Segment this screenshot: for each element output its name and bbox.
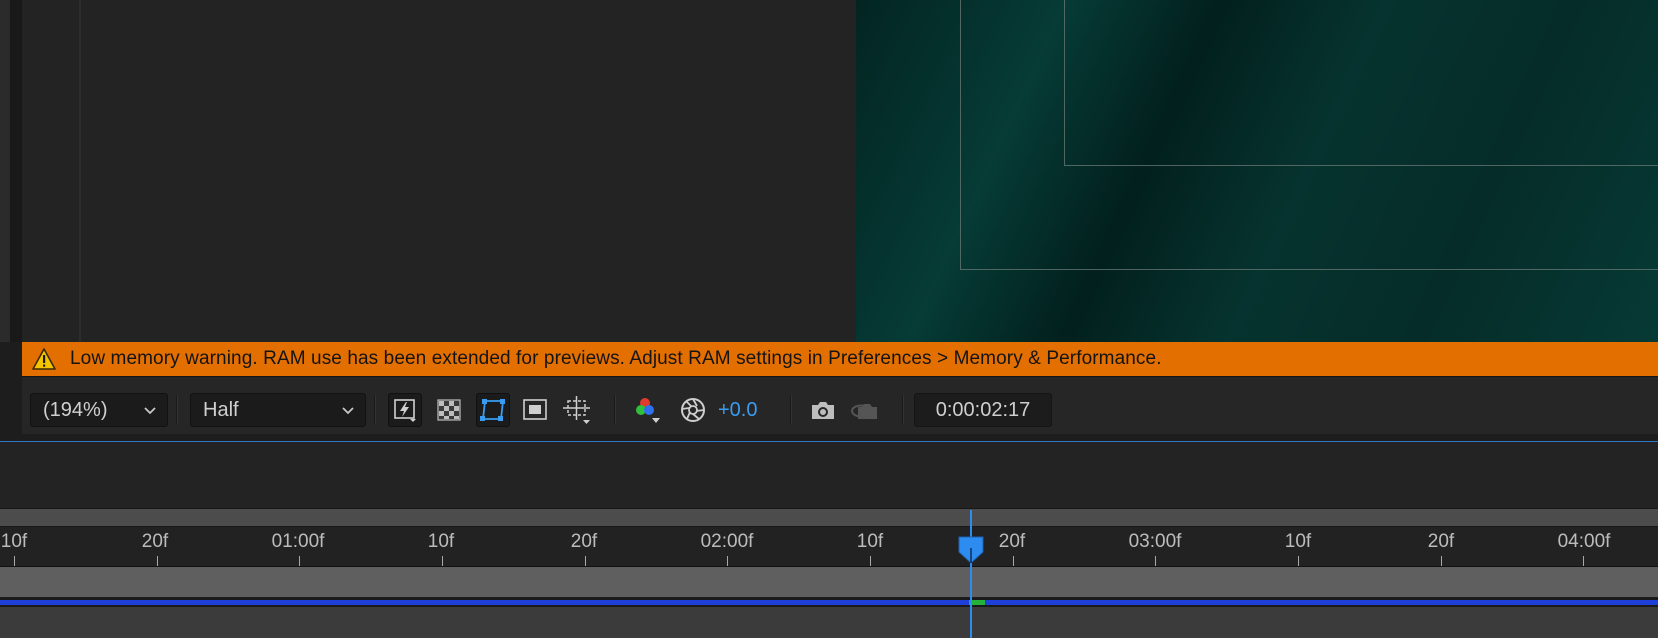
show-snapshot-icon bbox=[851, 404, 877, 419]
warning-triangle-icon bbox=[32, 348, 56, 370]
rgb-channels-icon bbox=[636, 398, 660, 423]
resolution-value: Half bbox=[203, 399, 239, 421]
time-ruler[interactable]: 10f 20f 01:00f 10f 20f 02:00f 10f 20f 03… bbox=[0, 527, 1658, 567]
low-memory-warning-bar: Low memory warning. RAM use has been ext… bbox=[22, 342, 1658, 376]
aperture-icon bbox=[681, 398, 705, 422]
magnification-value: (194%) bbox=[43, 399, 108, 421]
mask-path-icon bbox=[480, 399, 505, 421]
timeline-track-area[interactable] bbox=[0, 607, 1658, 638]
ruler-label: 20f bbox=[998, 531, 1026, 552]
toolbar-divider bbox=[790, 395, 792, 425]
magnification-dropdown[interactable]: (194%) bbox=[30, 393, 168, 427]
ruler-label: 02:00f bbox=[700, 531, 754, 552]
grid-and-guides-button[interactable] bbox=[560, 393, 594, 427]
region-of-interest-button[interactable] bbox=[518, 393, 552, 427]
ruler-tick bbox=[1013, 556, 1014, 566]
region-of-interest-icon bbox=[523, 399, 547, 420]
ruler-label: 04:00f bbox=[1557, 531, 1611, 552]
ruler-label: 10f bbox=[856, 531, 884, 552]
disk-cache-indicator bbox=[0, 600, 1658, 605]
timecode-value: 0:00:02:17 bbox=[935, 399, 1031, 421]
ruler-label: 01:00f bbox=[271, 531, 325, 552]
toolbar-divider bbox=[374, 395, 376, 425]
pasteboard-guide bbox=[79, 0, 81, 342]
ruler-tick bbox=[299, 556, 300, 566]
ruler-label: 20f bbox=[570, 531, 598, 552]
ruler-label: 20f bbox=[1427, 531, 1455, 552]
playhead-icon[interactable] bbox=[958, 536, 984, 564]
ruler-tick bbox=[727, 556, 728, 566]
ruler-tick bbox=[442, 556, 443, 566]
grid-guides-icon bbox=[563, 396, 590, 424]
show-snapshot-button[interactable] bbox=[848, 393, 882, 427]
work-area-bar[interactable] bbox=[0, 567, 1658, 597]
take-snapshot-button[interactable] bbox=[806, 393, 840, 427]
timeline-panel-header bbox=[0, 442, 1658, 508]
toolbar-divider bbox=[614, 395, 616, 425]
ruler-label: 10f bbox=[0, 531, 28, 552]
transparency-grid-button[interactable] bbox=[432, 393, 466, 427]
ruler-tick bbox=[1298, 556, 1299, 566]
ruler-tick bbox=[1583, 556, 1584, 566]
exposure-value[interactable]: +0.0 bbox=[718, 393, 757, 427]
warning-message: Low memory warning. RAM use has been ext… bbox=[70, 348, 1162, 369]
ruler-tick bbox=[157, 556, 158, 566]
ruler-label: 03:00f bbox=[1128, 531, 1182, 552]
title-safe-guide bbox=[1064, 0, 1658, 166]
ruler-tick bbox=[1441, 556, 1442, 566]
camera-icon bbox=[812, 402, 834, 419]
ruler-label: 10f bbox=[427, 531, 455, 552]
pasteboard bbox=[22, 0, 856, 342]
current-time-indicator-line bbox=[970, 510, 972, 638]
current-time-display[interactable]: 0:00:02:17 bbox=[914, 393, 1052, 427]
fast-previews-icon bbox=[394, 399, 416, 422]
fast-previews-button[interactable] bbox=[388, 393, 422, 427]
mask-path-visibility-button[interactable] bbox=[476, 393, 510, 427]
viewer-toolbar: (194%) Half +0.0 0:00:02:17 bbox=[22, 376, 1658, 434]
ruler-tick bbox=[870, 556, 871, 566]
panel-edge-dark bbox=[11, 0, 22, 342]
toolbar-divider bbox=[176, 395, 178, 425]
ruler-tick bbox=[1155, 556, 1156, 566]
composition-viewer[interactable] bbox=[0, 0, 1658, 342]
resolution-dropdown[interactable]: Half bbox=[190, 393, 366, 427]
chevron-down-icon bbox=[144, 407, 156, 415]
panel-edge bbox=[0, 0, 11, 342]
checkerboard-icon bbox=[437, 399, 461, 421]
ruler-label: 10f bbox=[1284, 531, 1312, 552]
render-cache-bar bbox=[0, 598, 1658, 607]
time-navigator[interactable] bbox=[0, 508, 1658, 527]
toolbar-divider bbox=[902, 395, 904, 425]
ruler-label: 20f bbox=[141, 531, 169, 552]
ruler-tick bbox=[585, 556, 586, 566]
show-channel-button[interactable] bbox=[632, 393, 666, 427]
reset-exposure-button[interactable] bbox=[676, 393, 710, 427]
ruler-tick bbox=[14, 556, 15, 566]
chevron-down-icon bbox=[342, 407, 354, 415]
